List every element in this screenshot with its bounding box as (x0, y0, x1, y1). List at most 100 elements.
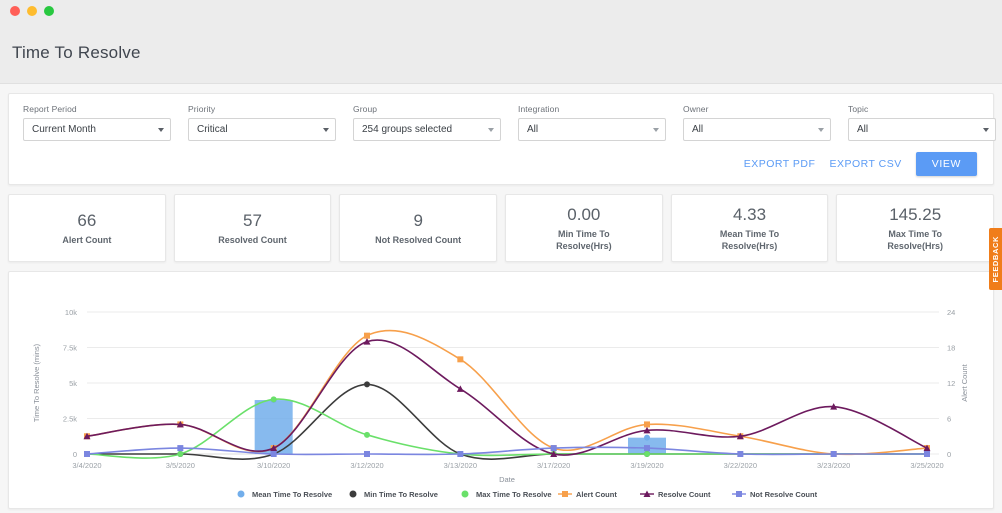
kpi-value: 4.33 (732, 205, 767, 225)
filter-integration: Integration All (518, 104, 683, 141)
filter-select[interactable]: All (848, 118, 996, 141)
filter-label: Group (353, 104, 378, 114)
kpi-label: Mean Time To Resolve(Hrs) (719, 229, 780, 251)
filter-label: Integration (518, 104, 560, 114)
page-title: Time To Resolve (12, 42, 141, 62)
svg-text:3/19/2020: 3/19/2020 (630, 461, 663, 470)
svg-text:Not Resolve Count: Not Resolve Count (750, 490, 818, 499)
svg-text:12: 12 (947, 379, 955, 388)
filter-label: Priority (188, 104, 216, 114)
filter-actions: EXPORT PDF EXPORT CSV VIEW (23, 152, 979, 176)
svg-text:3/23/2020: 3/23/2020 (817, 461, 850, 470)
kpi-label: Alert Count (62, 234, 112, 245)
minimize-window-icon[interactable] (27, 6, 37, 16)
close-window-icon[interactable] (10, 6, 20, 16)
kpi-label: Resolved Count (218, 234, 287, 245)
filter-label: Report Period (23, 104, 77, 114)
filter-value: Current Month (32, 124, 96, 135)
filter-owner: Owner All (683, 104, 848, 141)
kpi-card: 9 Not Resolved Count (339, 194, 498, 262)
chevron-down-icon (488, 127, 494, 132)
chevron-down-icon (158, 127, 164, 132)
chevron-down-icon (323, 127, 329, 132)
series-min-time-to-resolve (84, 381, 930, 460)
maximize-window-icon[interactable] (44, 6, 54, 16)
export-pdf-button[interactable]: EXPORT PDF (744, 158, 816, 170)
chevron-down-icon (653, 127, 659, 132)
chevron-down-icon (818, 127, 824, 132)
filter-select[interactable]: 254 groups selected (353, 118, 501, 141)
filter-label: Topic (848, 104, 869, 114)
kpi-card: 4.33 Mean Time To Resolve(Hrs) (670, 194, 829, 262)
chevron-down-icon (983, 127, 989, 132)
svg-text:Mean Time To Resolve: Mean Time To Resolve (252, 490, 332, 499)
svg-text:3/4/2020: 3/4/2020 (72, 461, 101, 470)
chart-panel: 0 2.5k 5k 7.5k 10k 0 6 12 18 24 Time To Resolve (m… (8, 271, 994, 509)
svg-text:3/17/2020: 3/17/2020 (537, 461, 570, 470)
svg-text:24: 24 (947, 308, 955, 317)
filter-priority: Priority Critical (188, 104, 353, 141)
export-csv-button[interactable]: EXPORT CSV (829, 158, 901, 170)
svg-text:0: 0 (73, 450, 77, 459)
svg-text:Date: Date (499, 475, 515, 484)
svg-text:Min Time To Resolve: Min Time To Resolve (364, 490, 438, 499)
feedback-tab[interactable]: FEEDBACK (989, 228, 1002, 290)
page-body: Report Period Current Month Priority Critic… (0, 84, 1002, 513)
kpi-card: 57 Resolved Count (173, 194, 332, 262)
svg-text:3/10/2020: 3/10/2020 (257, 461, 290, 470)
svg-text:Max Time To Resolve: Max Time To Resolve (476, 490, 552, 499)
filter-select[interactable]: Critical (188, 118, 336, 141)
svg-text:3/13/2020: 3/13/2020 (444, 461, 477, 470)
filter-label: Owner (683, 104, 709, 114)
page-header: Time To Resolve (0, 22, 1002, 84)
filter-value: All (857, 124, 869, 135)
svg-text:10k: 10k (65, 308, 77, 317)
view-button[interactable]: VIEW (915, 152, 977, 176)
filter-group: Group 254 groups selected (353, 104, 518, 141)
svg-text:3/22/2020: 3/22/2020 (724, 461, 757, 470)
window-titlebar (0, 0, 1002, 22)
filter-select[interactable]: Current Month (23, 118, 171, 141)
filter-row: Report Period Current Month Priority Critic… (23, 104, 996, 141)
app-window: Time To Resolve Report Period Current Mon… (0, 0, 1002, 513)
svg-text:2.5k: 2.5k (63, 415, 77, 424)
kpi-label: Not Resolved Count (375, 234, 462, 245)
svg-text:7.5k: 7.5k (63, 344, 77, 353)
filter-topic: Topic All (848, 104, 1002, 141)
kpi-value: 9 (413, 210, 423, 230)
svg-text:Alert Count: Alert Count (960, 363, 969, 401)
series-alert-count (84, 329, 930, 457)
svg-text:Alert Count: Alert Count (576, 490, 617, 499)
svg-text:18: 18 (947, 344, 955, 353)
chart-legend: Mean Time To Resolve Min Time To Resolve M… (237, 490, 818, 499)
kpi-value: 145.25 (889, 205, 942, 225)
feedback-tab-label: FEEDBACK (991, 235, 1000, 283)
filter-panel: Report Period Current Month Priority Critic… (8, 93, 996, 185)
svg-text:3/12/2020: 3/12/2020 (350, 461, 383, 470)
kpi-value: 0.00 (567, 205, 601, 225)
kpi-summary-row: 66 Alert Count 57 Resolved Count 9 Not Resolv… (8, 194, 995, 262)
svg-text:5k: 5k (69, 379, 77, 388)
filter-value: Critical (197, 124, 228, 135)
svg-text:3/5/2020: 3/5/2020 (166, 461, 195, 470)
time-to-resolve-chart: 0 2.5k 5k 7.5k 10k 0 6 12 18 24 Time To Resolve (m… (32, 308, 969, 499)
kpi-label: Min Time To Resolve(Hrs) (556, 229, 612, 251)
kpi-card: 0.00 Min Time To Resolve(Hrs) (505, 194, 663, 262)
kpi-value: 66 (77, 210, 97, 230)
svg-text:6: 6 (947, 415, 951, 424)
filter-select[interactable]: All (683, 118, 831, 141)
filter-report-period: Report Period Current Month (23, 104, 188, 141)
kpi-label: Max Time To Resolve(Hrs) (887, 229, 943, 251)
kpi-value: 57 (243, 210, 262, 230)
filter-value: 254 groups selected (362, 124, 453, 135)
svg-text:0: 0 (947, 450, 951, 459)
svg-text:3/25/2020: 3/25/2020 (910, 461, 943, 470)
svg-text:Time To Resolve (mins): Time To Resolve (mins) (32, 343, 41, 422)
svg-text:Resolve Count: Resolve Count (658, 490, 711, 499)
filter-select[interactable]: All (518, 118, 666, 141)
series-resolve-count (83, 338, 931, 457)
filter-value: All (692, 124, 704, 135)
filter-value: All (527, 124, 539, 135)
kpi-card: 145.25 Max Time To Resolve(Hrs) (836, 194, 995, 262)
kpi-card: 66 Alert Count (8, 194, 166, 262)
